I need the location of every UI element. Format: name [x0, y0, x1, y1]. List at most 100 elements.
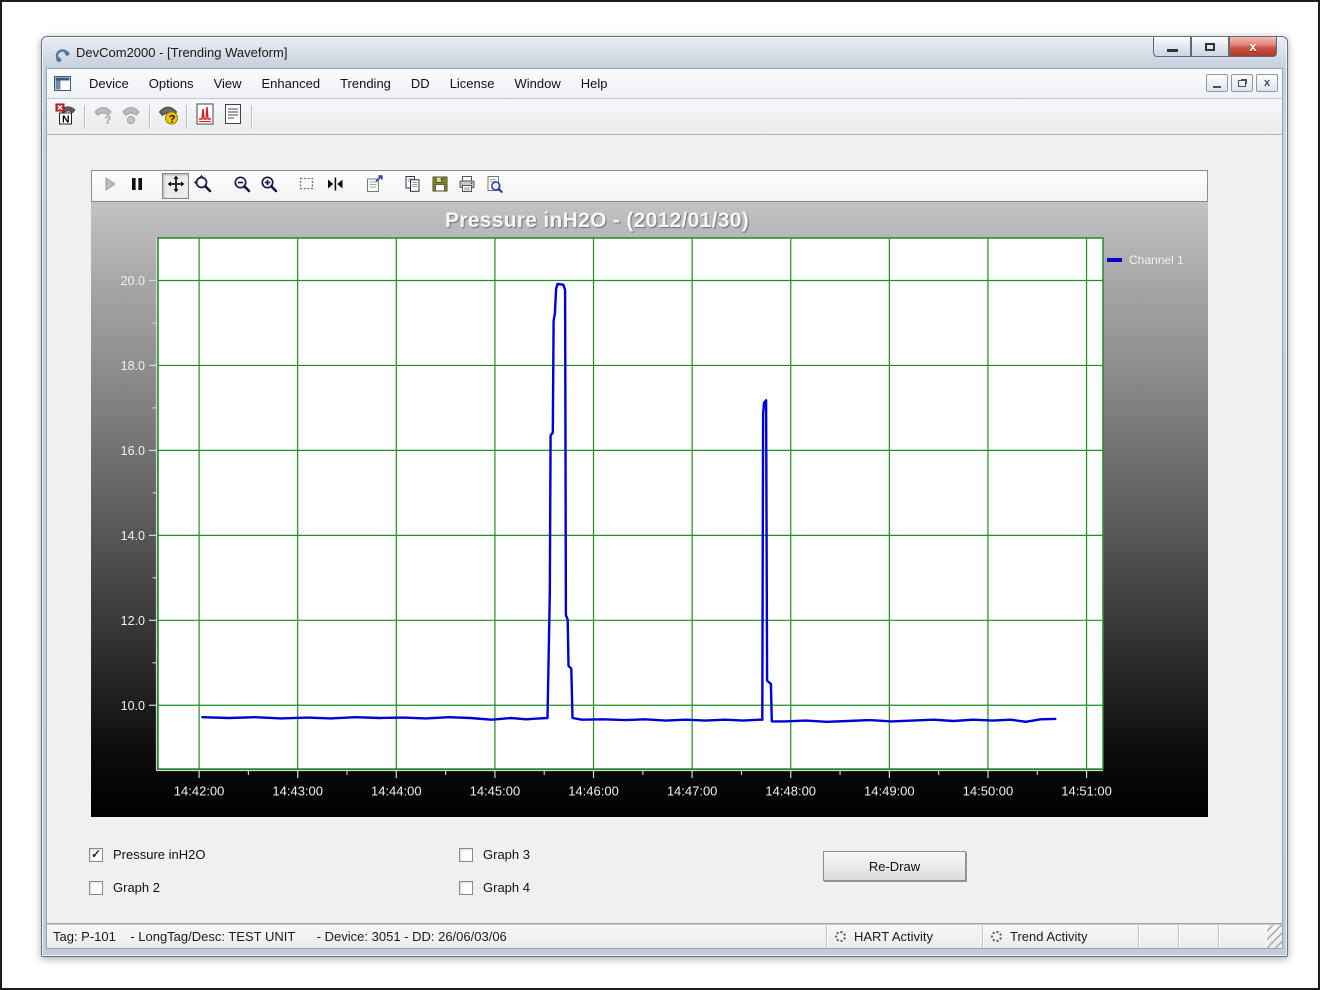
hart-activity-panel: HART Activity	[826, 925, 982, 948]
graph-toggle-pressure[interactable]: ✓ Pressure inH2O	[89, 847, 205, 862]
close-button[interactable]: x	[1229, 37, 1277, 57]
print-button[interactable]	[453, 173, 480, 199]
print-preview-button[interactable]	[480, 173, 507, 199]
menu-item-options[interactable]: Options	[139, 71, 204, 96]
x-tick-label: 14:44:00	[371, 784, 422, 799]
graph-toggle-graph2[interactable]: ✓ Graph 2	[89, 880, 160, 895]
check-mark-icon: ✓	[91, 847, 101, 861]
copy-button[interactable]	[399, 173, 426, 199]
menu-item-device[interactable]: Device	[79, 71, 139, 96]
graph-toggle-graph4[interactable]: ✓ Graph 4	[459, 880, 530, 895]
mdi-minimize-button[interactable]	[1206, 74, 1228, 92]
redraw-button[interactable]: Re-Draw	[823, 851, 966, 881]
menu-bar: DeviceOptionsViewEnhancedTrendingDDLicen…	[46, 68, 1283, 99]
zoom-out-icon	[232, 174, 252, 199]
checkbox-label-graph4: Graph 4	[483, 880, 530, 895]
x-tick-label: 14:51:00	[1061, 784, 1112, 799]
status-empty-panel	[1218, 925, 1266, 948]
toolbar-separator	[186, 105, 187, 129]
checkbox-label-graph3: Graph 3	[483, 847, 530, 862]
query-phone-icon: ?	[156, 102, 180, 131]
x-tick-label: 14:45:00	[470, 784, 521, 799]
window-title: DevCom2000 - [Trending Waveform]	[76, 45, 287, 60]
close-icon: x	[1249, 39, 1256, 54]
mdi-close-button[interactable]: x	[1256, 74, 1278, 92]
plot-area[interactable]	[158, 238, 1103, 769]
print-preview-icon	[484, 174, 504, 199]
zoom-out-button[interactable]	[228, 173, 255, 199]
checkbox-graph4[interactable]: ✓	[459, 881, 473, 895]
select-region-button[interactable]	[294, 173, 321, 199]
y-tick-label: 20.0	[121, 274, 145, 288]
x-tick-label: 14:49:00	[864, 784, 915, 799]
pause-icon	[127, 174, 147, 199]
app-toolbar: N??	[46, 99, 1283, 135]
status-empty-panel	[1178, 925, 1218, 948]
x-tick-label: 14:46:00	[568, 784, 619, 799]
data-cursor-button[interactable]	[321, 173, 348, 199]
menu-item-window[interactable]: Window	[505, 71, 571, 96]
properties-button[interactable]	[360, 173, 387, 199]
x-tick-label: 14:43:00	[272, 784, 323, 799]
x-tick-label: 14:42:00	[174, 784, 225, 799]
y-tick-label: 18.0	[121, 359, 145, 373]
query-phone-button[interactable]: ?	[154, 103, 182, 131]
legend-swatch-channel1	[1107, 258, 1122, 262]
save-button[interactable]	[426, 173, 453, 199]
new-poll-button[interactable]: N	[52, 103, 80, 131]
pause-button[interactable]	[123, 173, 150, 199]
play-icon	[100, 174, 120, 199]
trend-document-button[interactable]	[191, 103, 219, 131]
x-tick-label: 14:48:00	[765, 784, 816, 799]
connect-phone-button: ?	[89, 103, 117, 131]
disconnect-phone-button	[117, 103, 145, 131]
menu-item-enhanced[interactable]: Enhanced	[252, 71, 331, 96]
menu-items: DeviceOptionsViewEnhancedTrendingDDLicen…	[79, 71, 618, 96]
menu-item-help[interactable]: Help	[571, 71, 618, 96]
mdi-close-icon: x	[1264, 77, 1270, 89]
trend-activity-label: Trend Activity	[1010, 929, 1088, 944]
chart-region: Pressure inH2O - (2012/01/30) 10.012.014…	[91, 202, 1208, 817]
app-phone-icon	[52, 44, 70, 62]
mdi-restore-button[interactable]	[1231, 74, 1253, 92]
zoom-box-icon	[193, 174, 213, 199]
resize-grip[interactable]	[1266, 925, 1282, 948]
mdi-minimize-icon	[1213, 86, 1221, 88]
maximize-button[interactable]	[1191, 37, 1229, 57]
window-controls: x	[1153, 37, 1277, 57]
checkbox-graph3[interactable]: ✓	[459, 848, 473, 862]
y-tick-label: 14.0	[121, 529, 145, 543]
minimize-button[interactable]	[1153, 37, 1191, 57]
checkbox-pressure[interactable]: ✓	[89, 848, 103, 862]
status-empty-panel	[1138, 925, 1178, 948]
chart-legend: Channel 1	[1107, 253, 1184, 267]
menu-item-view[interactable]: View	[204, 71, 252, 96]
play-button	[96, 173, 123, 199]
checkbox-graph2[interactable]: ✓	[89, 881, 103, 895]
checkbox-label-pressure: Pressure inH2O	[113, 847, 205, 862]
zoom-in-button[interactable]	[255, 173, 282, 199]
pan-button[interactable]	[162, 173, 189, 199]
save-icon	[430, 174, 450, 199]
toolbar-separator	[251, 105, 252, 129]
zoom-box-button[interactable]	[189, 173, 216, 199]
svg-text:N: N	[62, 114, 70, 126]
toolbar-separator	[149, 105, 150, 129]
y-tick-label: 12.0	[121, 614, 145, 628]
zoom-in-icon	[259, 174, 279, 199]
status-device-info: Tag: P-101 - LongTag/Desc: TEST UNIT - D…	[47, 925, 826, 948]
print-icon	[457, 174, 477, 199]
maximize-icon	[1205, 43, 1215, 51]
trend-document-icon	[193, 102, 217, 131]
trend-plot-svg[interactable]: 10.012.014.016.018.020.014:42:0014:43:00…	[91, 202, 1208, 817]
app-window: DevCom2000 - [Trending Waveform] x Devic…	[41, 36, 1288, 957]
connect-phone-icon: ?	[91, 102, 115, 131]
notes-document-button[interactable]	[219, 103, 247, 131]
menu-item-trending[interactable]: Trending	[330, 71, 401, 96]
status-bar: Tag: P-101 - LongTag/Desc: TEST UNIT - D…	[46, 924, 1283, 949]
menu-item-license[interactable]: License	[440, 71, 505, 96]
graph-toggle-graph3[interactable]: ✓ Graph 3	[459, 847, 530, 862]
hart-activity-led-icon	[835, 931, 846, 942]
disconnect-phone-icon	[119, 102, 143, 131]
menu-item-dd[interactable]: DD	[401, 71, 440, 96]
